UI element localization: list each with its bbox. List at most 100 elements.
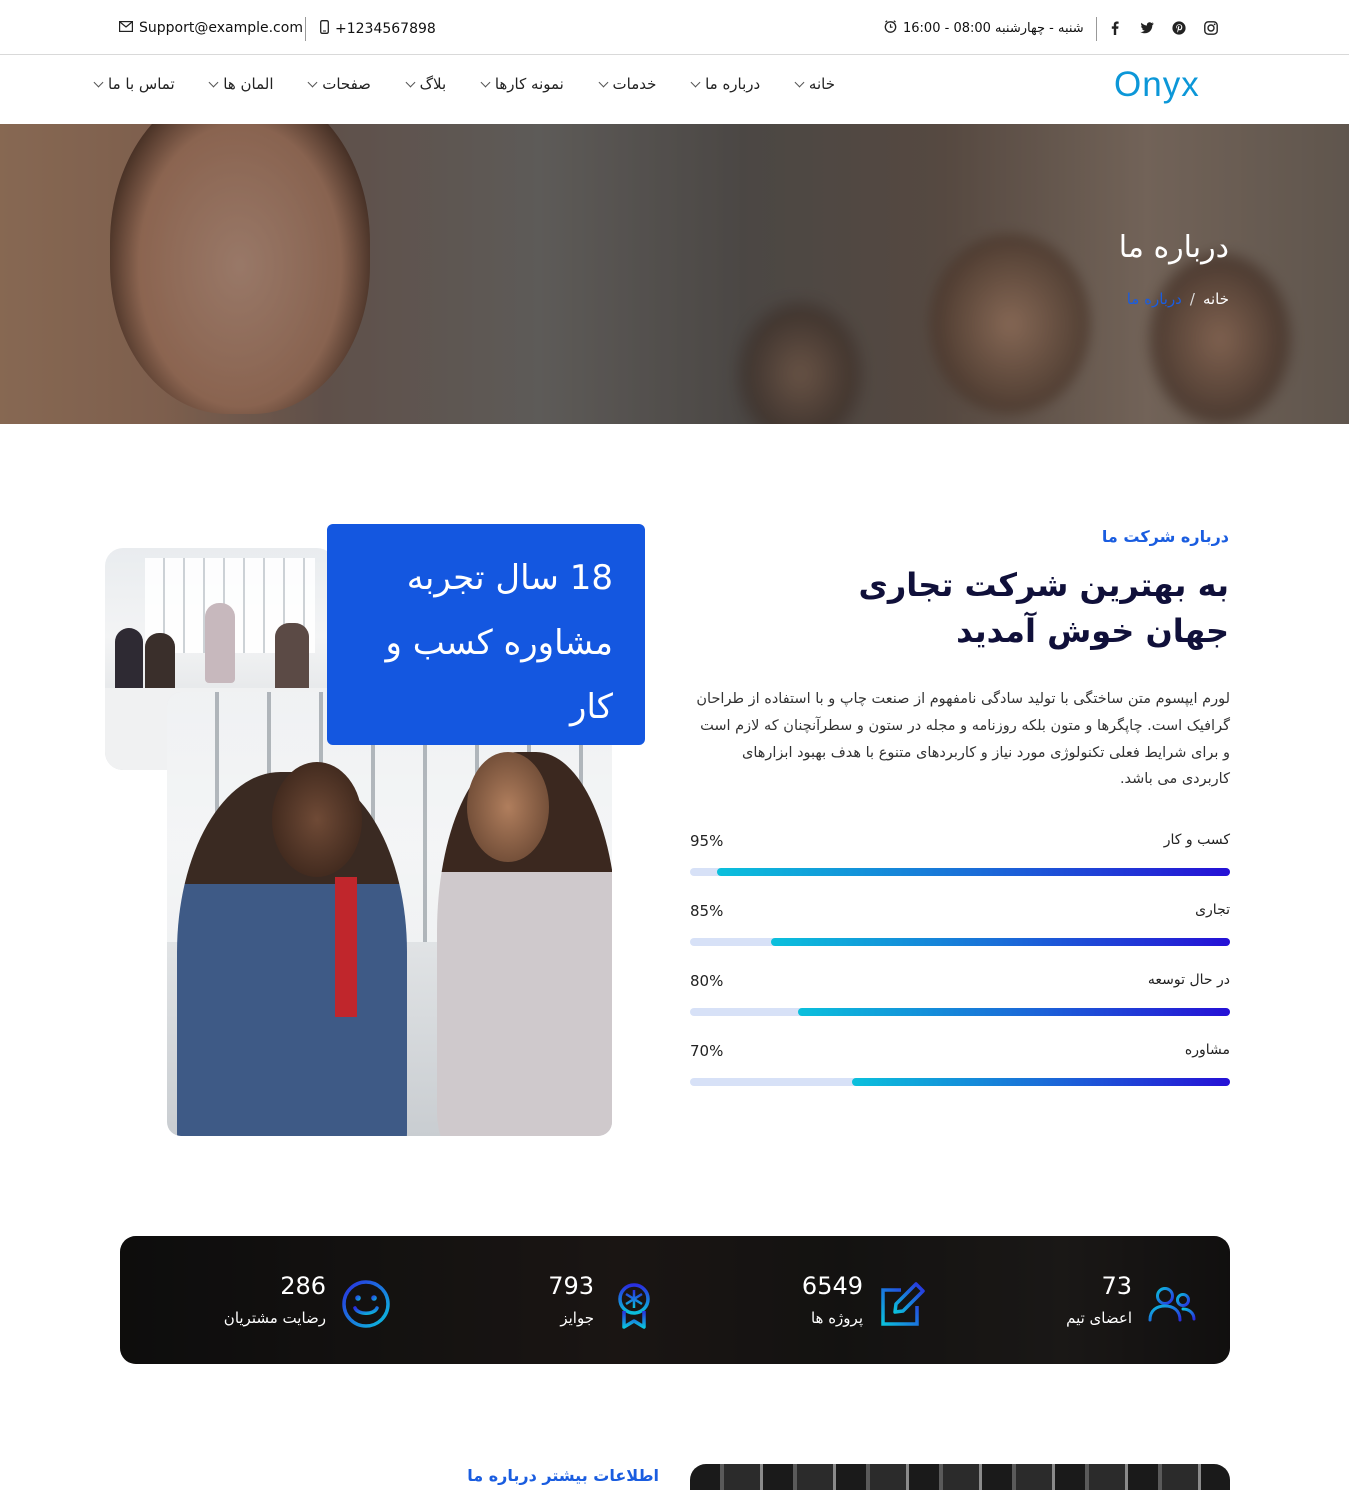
mail-icon — [119, 20, 134, 36]
nav-item-label: نمونه کارها — [494, 75, 564, 93]
pinterest-icon[interactable] — [1171, 20, 1187, 36]
nav-item-blog[interactable]: بلاگ — [405, 75, 447, 93]
skill-percent: 80% — [690, 972, 724, 990]
nav-item-label: تماس با ما — [108, 75, 175, 93]
section-paragraph: لورم ایپسوم متن ساختگی با تولید سادگی نا… — [696, 691, 1230, 788]
nav-item-contact[interactable]: تماس با ما — [93, 75, 175, 93]
photo-person — [467, 752, 549, 862]
progress-track — [690, 1078, 1230, 1086]
stat-value: 793 — [548, 1272, 594, 1300]
progress-fill — [771, 938, 1230, 946]
page-title: درباره ما — [1118, 230, 1229, 265]
nav-item-label: درباره ما — [705, 75, 761, 93]
working-hours: شنبه - چهارشنبه 08:00 - 16:00 — [884, 20, 1084, 37]
section-sub-label: درباره شرکت ما — [1101, 527, 1229, 546]
main-nav: Onyx خانه درباره ما خدمات نمونه کارها بل… — [0, 55, 1349, 124]
hero-overlay — [0, 124, 1349, 424]
nav-item-label: خدمات — [612, 75, 657, 93]
skill-label: کسب و کار — [1163, 832, 1230, 848]
nav-item-label: المان ها — [223, 75, 274, 93]
about-image-team — [167, 692, 612, 1136]
progress-track — [690, 1008, 1230, 1016]
more-info-label: اطلاعات بیشتر درباره ما — [467, 1466, 659, 1485]
nav-menu: خانه درباره ما خدمات نمونه کارها بلاگ صف… — [93, 75, 835, 93]
site-logo[interactable]: Onyx — [1114, 65, 1200, 105]
nav-item-label: بلاگ — [419, 75, 447, 93]
stat-team-members: 73 اعضای تیم — [978, 1236, 1198, 1364]
nav-item-portfolio[interactable]: نمونه کارها — [480, 75, 564, 93]
chevron-down-icon — [690, 77, 701, 87]
clock-icon — [884, 20, 897, 37]
instagram-icon[interactable] — [1203, 20, 1219, 36]
stats-counter-strip: 73 اعضای تیم 6549 پروژه ها 793 جوایز 286… — [120, 1236, 1230, 1364]
photo-person — [272, 762, 362, 877]
chevron-down-icon — [794, 77, 805, 87]
nav-item-elements[interactable]: المان ها — [208, 75, 274, 93]
breadcrumb-current: درباره ما — [1126, 290, 1182, 308]
photo-person — [335, 877, 357, 1017]
breadcrumb-home-link[interactable]: خانه — [1203, 290, 1229, 308]
skill-progress: مشاوره 70% — [690, 1042, 1230, 1092]
chevron-down-icon — [480, 77, 491, 87]
stat-value: 73 — [1101, 1272, 1132, 1300]
stat-label: جوایز — [560, 1309, 594, 1327]
progress-fill — [798, 1008, 1230, 1016]
skill-progress: در حال توسعه 80% — [690, 972, 1230, 1022]
photo-person — [275, 623, 309, 698]
skill-percent: 70% — [690, 1042, 724, 1060]
team-icon — [1146, 1278, 1198, 1330]
progress-track — [690, 938, 1230, 946]
stat-label: پروژه ها — [810, 1309, 863, 1327]
photo-person — [205, 603, 235, 683]
page-hero-banner: درباره ما خانه / درباره ما — [0, 124, 1349, 424]
experience-box: 18 سال تجربه مشاوره کسب و کار — [327, 524, 645, 745]
skill-label: تجاری — [1195, 902, 1230, 918]
stat-awards: 793 جوایز — [440, 1236, 660, 1364]
skill-percent: 95% — [690, 832, 724, 850]
support-email-link[interactable]: Support@example.com — [119, 20, 303, 36]
twitter-icon[interactable] — [1139, 20, 1155, 36]
stat-projects: 6549 پروژه ها — [709, 1236, 929, 1364]
section-heading: به بهترین شرکت تجاری جهان خوش آمدید — [858, 566, 1229, 651]
stat-label: رضایت مشتریان — [223, 1309, 326, 1327]
chevron-down-icon — [93, 77, 104, 87]
award-icon — [608, 1278, 660, 1330]
nav-item-pages[interactable]: صفحات — [307, 75, 371, 93]
divider — [305, 17, 306, 41]
skill-percent: 85% — [690, 902, 724, 920]
stat-label: اعضای تیم — [1066, 1309, 1132, 1327]
edit-icon — [877, 1278, 929, 1330]
chevron-down-icon — [307, 77, 318, 87]
stat-value: 6549 — [801, 1272, 863, 1300]
skill-progress: کسب و کار 95% — [690, 832, 1230, 882]
support-email-text: Support@example.com — [139, 20, 303, 36]
more-info-image — [690, 1464, 1230, 1490]
chevron-down-icon — [208, 77, 219, 87]
top-bar: Support@example.com +1234567898 شنبه - چ… — [0, 0, 1349, 55]
nav-item-services[interactable]: خدمات — [598, 75, 657, 93]
experience-text: 18 سال تجربه مشاوره کسب و کار — [385, 558, 614, 728]
progress-fill — [717, 868, 1230, 876]
nav-item-home[interactable]: خانه — [794, 75, 835, 93]
stat-value: 286 — [280, 1272, 326, 1300]
nav-item-about[interactable]: درباره ما — [690, 75, 761, 93]
mobile-icon — [320, 20, 329, 38]
nav-item-label: خانه — [808, 75, 835, 93]
breadcrumb-separator: / — [1189, 290, 1195, 308]
smile-icon — [340, 1278, 392, 1330]
progress-fill — [852, 1078, 1230, 1086]
breadcrumb: خانه / درباره ما — [1127, 290, 1229, 308]
chevron-down-icon — [598, 77, 608, 87]
stat-customer-satisfaction: 286 رضایت مشتریان — [172, 1236, 392, 1364]
skill-progress: تجاری 85% — [690, 902, 1230, 952]
divider — [1096, 17, 1097, 41]
phone-text: +1234567898 — [335, 21, 436, 37]
nav-item-label: صفحات — [322, 75, 371, 93]
skill-label: مشاوره — [1184, 1042, 1230, 1058]
progress-track — [690, 868, 1230, 876]
phone-link[interactable]: +1234567898 — [320, 20, 436, 38]
facebook-icon[interactable] — [1107, 20, 1123, 36]
social-links — [1107, 20, 1219, 36]
hours-text: شنبه - چهارشنبه 08:00 - 16:00 — [903, 21, 1084, 36]
skill-label: در حال توسعه — [1147, 972, 1230, 988]
